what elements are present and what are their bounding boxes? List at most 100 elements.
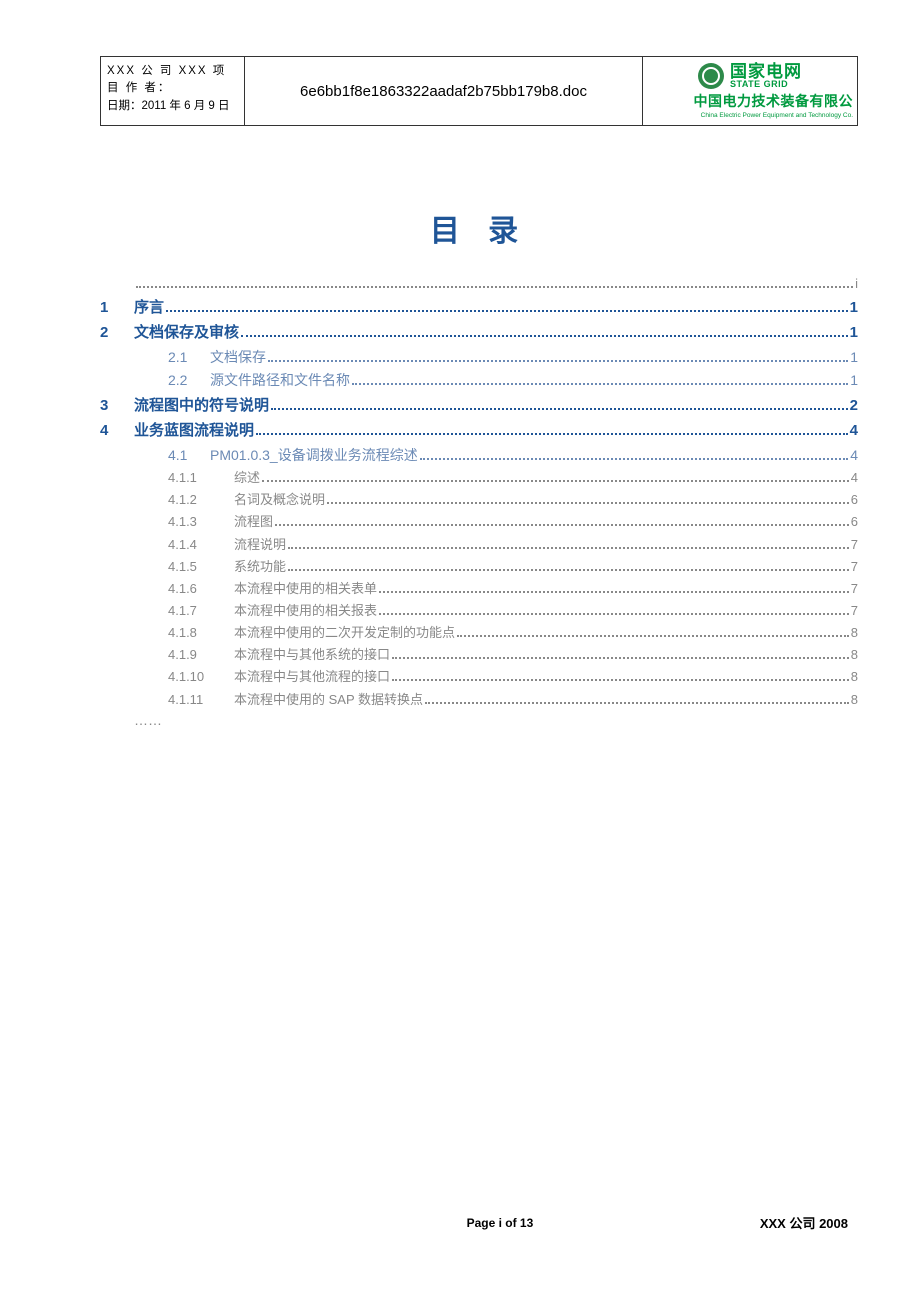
toc-page-number: i [855, 274, 858, 294]
toc-row: 4.1.10本流程中与其他流程的接口 8 [134, 667, 858, 687]
toc-page-number: 7 [851, 579, 858, 599]
toc-row: 2.2源文件路径和文件名称 1 [134, 370, 858, 392]
toc-leader-dots [392, 670, 849, 682]
table-of-contents: i 1序言12文档保存及审核12.1文档保存12.2源文件路径和文件名称13流程… [100, 274, 858, 728]
toc-number: 4.1.7 [168, 601, 234, 621]
toc-text: 文档保存 [210, 347, 266, 369]
toc-row: 4.1.4流程说明 7 [134, 535, 858, 555]
sub-company-en: China Electric Power Equipment and Techn… [647, 113, 853, 120]
toc-title: 目 录 [100, 206, 858, 250]
toc-leader-dots [166, 299, 848, 313]
date-line: 日期：2011 年 6 月 9 日 [107, 98, 238, 115]
toc-text: PM01.0.3_设备调拨业务流程综述 [210, 445, 418, 467]
sub-company-cn: 中国电力技术装备有限公 [647, 91, 853, 111]
toc-page-number: 8 [851, 690, 858, 710]
toc-leader-dots [268, 349, 848, 362]
header-filename-cell: 6e6bb1f8e1863322aadaf2b75bb179b8.doc [245, 57, 643, 125]
toc-page-number: 7 [851, 601, 858, 621]
toc-leader-dots [262, 471, 849, 483]
header-meta-cell: XXX 公 司 XXX 项 目 作 者： 日期：2011 年 6 月 9 日 [101, 57, 245, 125]
toc-leader-dots [425, 692, 849, 704]
toc-row: 3流程图中的符号说明2 [100, 394, 858, 417]
toc-text: 综述 [234, 468, 260, 488]
toc-text: 业务蓝图流程说明 [134, 419, 254, 442]
toc-text: 流程图 [234, 512, 273, 532]
toc-page-number: 2 [850, 394, 858, 417]
toc-page-number: 8 [851, 667, 858, 687]
toc-page-number: 8 [851, 623, 858, 643]
toc-number: 2.1 [168, 347, 210, 369]
page-footer: Page i of 13 XXX 公司 2008 [100, 1213, 858, 1232]
document-header: XXX 公 司 XXX 项 目 作 者： 日期：2011 年 6 月 9 日 6… [100, 56, 858, 126]
toc-leader-dots [457, 626, 849, 638]
toc-row: 4.1.3流程图 6 [134, 512, 858, 532]
company-project-line: XXX 公 司 XXX 项 目 作 者： [107, 63, 238, 98]
toc-leader-dots [241, 324, 848, 338]
toc-leader-dots [352, 373, 848, 386]
toc-number: 2.2 [168, 370, 210, 392]
toc-leader-dots [392, 648, 849, 660]
footer-company-year: XXX 公司 2008 [760, 1213, 848, 1232]
logo-cn: 国家电网 [730, 63, 802, 80]
toc-number: 4.1.5 [168, 557, 234, 577]
logo-text-block: 国家电网 STATE GRID [730, 63, 802, 89]
toc-leader-dots [271, 397, 848, 411]
page-body: XXX 公 司 XXX 项 目 作 者： 日期：2011 年 6 月 9 日 6… [100, 56, 858, 1232]
toc-text: 名词及概念说明 [234, 490, 325, 510]
toc-number: 4.1.3 [168, 512, 234, 532]
filename-text: 6e6bb1f8e1863322aadaf2b75bb179b8.doc [300, 83, 587, 100]
toc-number: 4.1.1 [168, 468, 234, 488]
toc-text: 系统功能 [234, 557, 286, 577]
toc-page-number: 1 [850, 296, 858, 319]
toc-page-number: 7 [851, 535, 858, 555]
toc-row: 4.1.11本流程中使用的 SAP 数据转换点 8 [134, 690, 858, 710]
toc-leader-dots [288, 537, 849, 549]
toc-row: 4.1.7本流程中使用的相关报表 7 [134, 601, 858, 621]
toc-leader-dots [420, 447, 848, 460]
toc-number: 4.1.2 [168, 490, 234, 510]
toc-number: 2 [100, 321, 134, 344]
logo-en: STATE GRID [730, 80, 802, 89]
toc-continuation: …… [134, 712, 858, 728]
toc-text: 本流程中与其他流程的接口 [234, 667, 390, 687]
toc-leader-dots [379, 603, 849, 615]
toc-row: 2.1文档保存 1 [134, 347, 858, 369]
header-logo-cell: 国家电网 STATE GRID 中国电力技术装备有限公 China Electr… [643, 57, 857, 125]
toc-leader-dots [275, 515, 849, 527]
toc-text: 本流程中与其他系统的接口 [234, 645, 390, 665]
toc-leader-dots [256, 422, 848, 436]
toc-page-number: 6 [851, 490, 858, 510]
toc-row: 4.1.5系统功能 7 [134, 557, 858, 577]
toc-number: 4 [100, 419, 134, 442]
toc-number: 4.1.9 [168, 645, 234, 665]
toc-page-number: 1 [850, 347, 858, 369]
toc-text: 序言 [134, 296, 164, 319]
toc-page-number: 7 [851, 557, 858, 577]
toc-page-number: 4 [850, 445, 858, 467]
toc-page-number: 1 [850, 370, 858, 392]
toc-row: 4.1.2名词及概念说明 6 [134, 490, 858, 510]
toc-leader-dots [327, 493, 849, 505]
toc-row: 4.1.8本流程中使用的二次开发定制的功能点8 [134, 623, 858, 643]
toc-row: 1序言1 [100, 296, 858, 319]
toc-leader-dots [288, 559, 849, 571]
toc-number: 4.1.11 [168, 690, 234, 710]
toc-number: 4.1.10 [168, 667, 234, 687]
toc-leader-dots [379, 581, 849, 593]
toc-number: 4.1 [168, 445, 210, 467]
toc-text: 源文件路径和文件名称 [210, 370, 350, 392]
toc-number: 4.1.4 [168, 535, 234, 555]
toc-text: 本流程中使用的 SAP 数据转换点 [234, 690, 423, 710]
toc-text: 流程说明 [234, 535, 286, 555]
toc-number: 4.1.6 [168, 579, 234, 599]
toc-page-number: 6 [851, 512, 858, 532]
toc-text: 本流程中使用的相关报表 [234, 601, 377, 621]
toc-number: 3 [100, 394, 134, 417]
toc-page-number: 4 [850, 419, 858, 442]
toc-row: 2文档保存及审核 1 [100, 321, 858, 344]
toc-row: 4业务蓝图流程说明4 [100, 419, 858, 442]
state-grid-logo-icon [698, 63, 724, 89]
toc-row: 4.1PM01.0.3_设备调拨业务流程综述 4 [134, 445, 858, 467]
toc-text: 文档保存及审核 [134, 321, 239, 344]
toc-page-number: 1 [850, 321, 858, 344]
